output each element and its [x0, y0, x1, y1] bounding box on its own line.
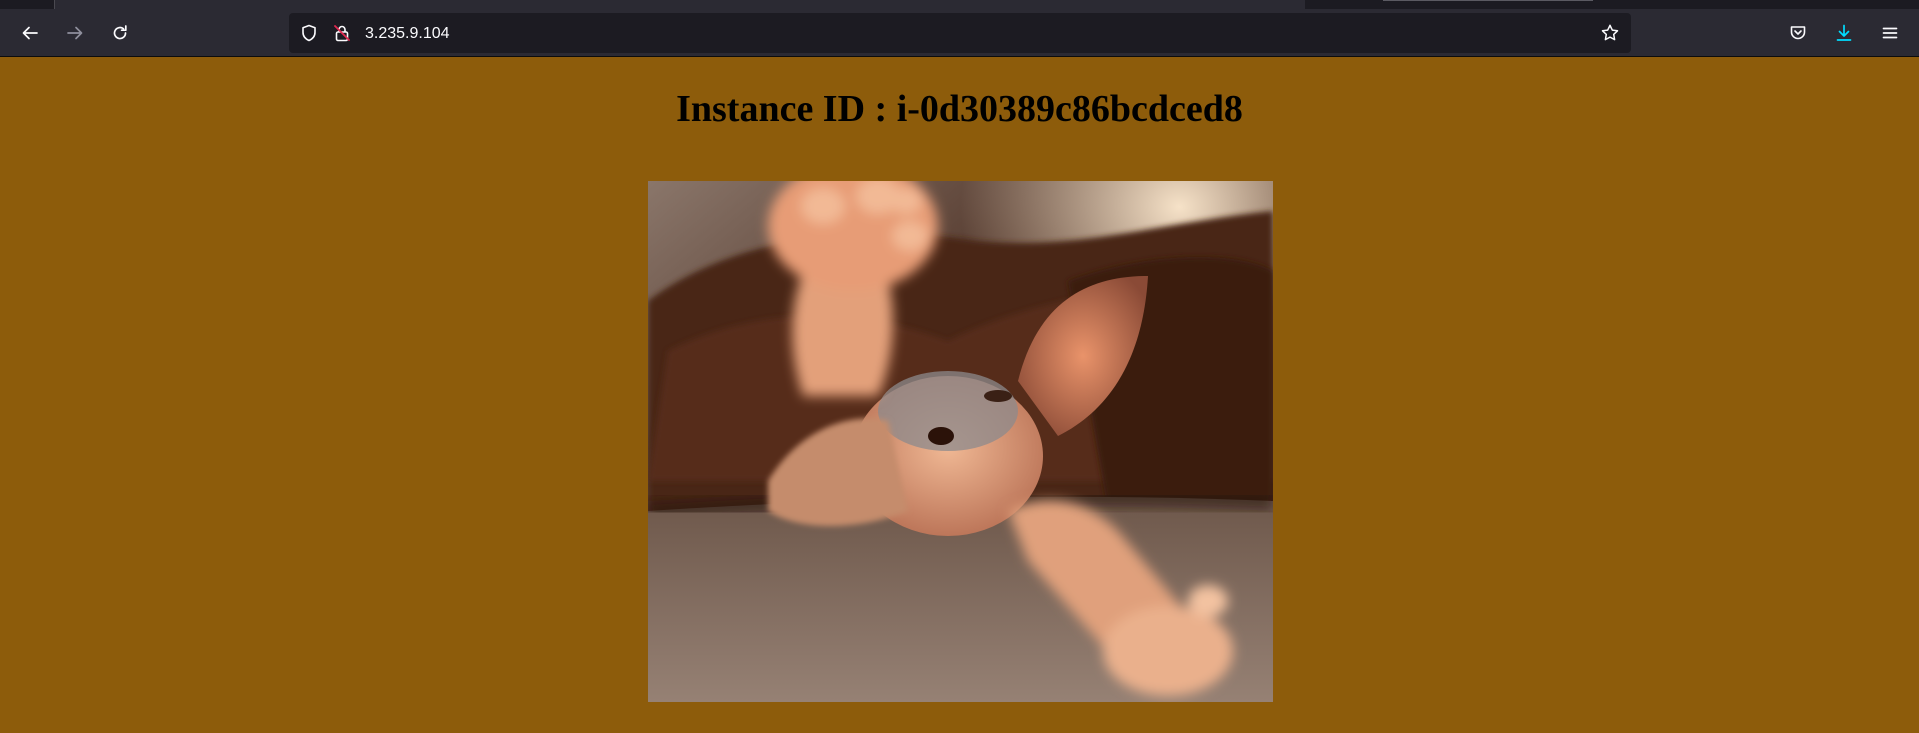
insecure-lock-icon[interactable] — [332, 23, 352, 43]
downloads-button[interactable] — [1826, 15, 1862, 51]
arrow-left-icon — [22, 26, 38, 40]
active-tab-edge[interactable] — [54, 0, 1305, 9]
cat-photo — [648, 181, 1273, 702]
forward-button[interactable] — [57, 15, 93, 51]
arrow-right-icon — [67, 26, 83, 40]
tab-divider — [1383, 0, 1593, 1]
pocket-button[interactable] — [1780, 15, 1816, 51]
download-icon — [1836, 24, 1852, 41]
reload-icon — [113, 25, 127, 40]
page-content: Instance ID : i-0d30389c86bcdced8 — [0, 57, 1919, 733]
address-bar[interactable]: 3.235.9.104 — [289, 13, 1631, 53]
cat-photo-illustration — [648, 181, 1273, 702]
hamburger-menu-icon — [1882, 27, 1898, 39]
shield-icon[interactable] — [299, 23, 319, 43]
navigation-toolbar: 3.235.9.104 — [0, 9, 1919, 57]
star-icon[interactable] — [1600, 23, 1620, 43]
tab-strip — [0, 0, 1919, 9]
url-text[interactable]: 3.235.9.104 — [365, 24, 450, 44]
pocket-icon — [1790, 26, 1806, 40]
menu-button[interactable] — [1872, 15, 1908, 51]
page-title: Instance ID : i-0d30389c86bcdced8 — [676, 88, 1243, 130]
reload-button[interactable] — [102, 15, 138, 51]
back-button[interactable] — [12, 15, 48, 51]
